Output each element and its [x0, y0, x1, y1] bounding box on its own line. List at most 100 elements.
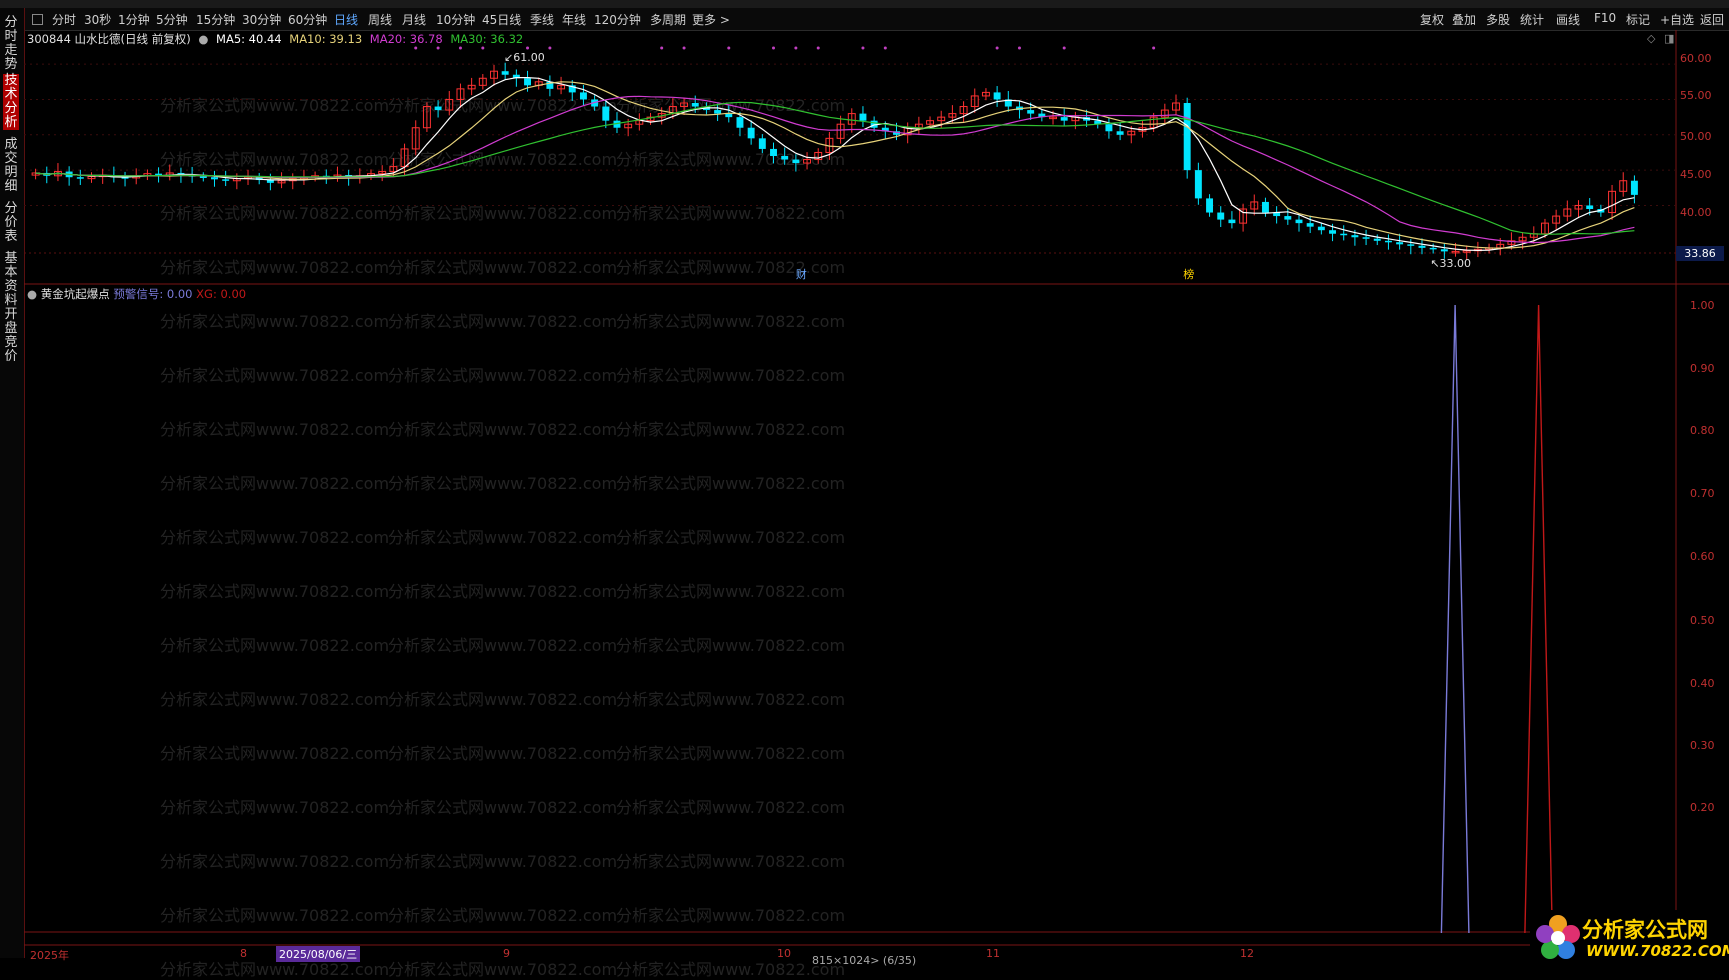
flower-logo-icon	[1536, 915, 1580, 959]
candle-down	[1362, 237, 1370, 239]
candle-down	[1329, 230, 1337, 234]
signal-dot	[526, 46, 530, 50]
candle-down	[747, 127, 755, 139]
candle-down	[1183, 103, 1191, 171]
candle-down	[434, 106, 442, 111]
candle-down	[1630, 180, 1638, 195]
candle-down	[1340, 233, 1348, 236]
candle-down	[993, 92, 1001, 100]
signal-dot	[883, 46, 887, 50]
indicator-axis-label: 1.00	[1690, 299, 1715, 312]
candle-down	[859, 113, 867, 121]
indicator-axis-label: 0.90	[1690, 362, 1715, 375]
candle-down	[1027, 110, 1035, 114]
candle-down	[781, 156, 789, 160]
candle-down	[1194, 170, 1202, 199]
signal-dot	[1152, 46, 1156, 50]
signal-dot	[682, 46, 686, 50]
event-marker-bang: 榜	[1183, 267, 1194, 281]
candle-down	[579, 92, 587, 100]
date-axis-label: 11	[986, 947, 1000, 960]
signal-dot	[772, 46, 776, 50]
date-axis-label: 12	[1240, 947, 1254, 960]
signal-dot	[727, 46, 731, 50]
logo-text-url: WWW.70822.COM	[1586, 942, 1729, 960]
candle-down	[1228, 219, 1236, 224]
signal-dot	[995, 46, 999, 50]
status-text: 815×1024> (6/35)	[812, 954, 917, 967]
candle-down	[770, 148, 777, 156]
signal-dot	[1062, 46, 1066, 50]
candle-down	[792, 159, 800, 164]
indicator-axis-label: 0.60	[1690, 550, 1715, 563]
date-axis-label: 8	[240, 947, 247, 960]
candle-down	[1306, 223, 1314, 227]
kline-chart[interactable]: ↙61.00 ↖33.00 财 榜	[0, 0, 1729, 966]
indicator-spike-xg	[1524, 304, 1553, 934]
date-axis-label: 9	[503, 947, 510, 960]
ma-line-ma5	[35, 77, 1635, 252]
candle-down	[1586, 205, 1594, 209]
candle-down	[691, 103, 699, 107]
selected-date-box: 2025/08/06/三	[276, 946, 361, 962]
date-axis-label: 10	[777, 947, 791, 960]
logo-text-cn: 分析家公式网	[1582, 918, 1708, 942]
candle-down	[1105, 124, 1113, 132]
candle-down	[76, 177, 84, 179]
signal-dot	[481, 46, 485, 50]
indicator-axis-label: 0.50	[1690, 614, 1715, 627]
candle-down	[1217, 212, 1225, 220]
signal-dot	[794, 46, 798, 50]
indicator-axis-label: 0.80	[1690, 424, 1715, 437]
indicator-axis-label: 0.30	[1690, 739, 1715, 752]
candle-down	[1351, 235, 1359, 238]
candle-down	[714, 110, 722, 114]
signal-dot	[660, 46, 664, 50]
price-axis-label: 60.00	[1680, 52, 1712, 65]
current-price-tag: 33.86	[1676, 246, 1724, 261]
price-axis-label: 50.00	[1680, 130, 1712, 143]
candle-down	[758, 138, 766, 149]
low-price-marker: ↖33.00	[1430, 257, 1471, 270]
indicator-axis-label: 0.20	[1690, 801, 1715, 814]
candle-down	[1373, 238, 1381, 241]
candle-down	[736, 117, 744, 128]
ma-line-ma30	[35, 101, 1635, 235]
candle-down	[1429, 247, 1437, 250]
candle-down	[1396, 242, 1404, 245]
site-logo: 分析家公式网 WWW.70822.COM	[1530, 910, 1729, 966]
candle-down	[524, 78, 532, 86]
signal-dot	[1017, 46, 1021, 50]
candle-down	[1317, 226, 1325, 231]
signal-dot	[458, 46, 462, 50]
candle-down	[1407, 244, 1415, 246]
candle-down	[1116, 131, 1124, 135]
candle-down	[1284, 216, 1292, 220]
candle-down	[1418, 245, 1426, 248]
candle-down	[1384, 240, 1392, 243]
price-axis-label: 45.00	[1680, 168, 1712, 181]
price-axis-label: 55.00	[1680, 89, 1712, 102]
candle-down	[1295, 219, 1303, 224]
signal-dot	[816, 46, 820, 50]
candle-down	[1261, 201, 1269, 213]
signal-dot	[436, 46, 440, 50]
candle-down	[211, 177, 218, 180]
high-price-marker: ↙61.00	[504, 51, 545, 64]
candle-down	[1206, 198, 1214, 213]
candle-down	[602, 106, 610, 121]
candle-down	[155, 173, 163, 176]
indicator-spike-signal	[1440, 304, 1470, 934]
indicator-axis-label: 0.40	[1690, 677, 1715, 690]
signal-dot	[861, 46, 865, 50]
candle-down	[1440, 249, 1448, 252]
candle-down	[199, 176, 207, 178]
indicator-axis-label: 0.70	[1690, 487, 1715, 500]
signal-dot	[414, 46, 418, 50]
candle-down	[1060, 117, 1068, 121]
event-marker-cai: 财	[796, 267, 807, 281]
date-axis-label: 2025年	[30, 949, 69, 962]
candle-down	[501, 71, 509, 75]
candle-down	[222, 179, 230, 181]
price-axis-label: 40.00	[1680, 206, 1712, 219]
